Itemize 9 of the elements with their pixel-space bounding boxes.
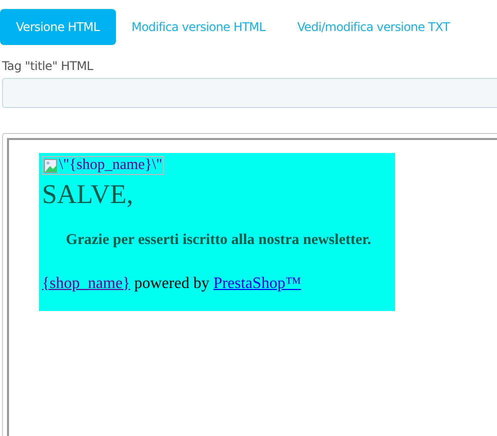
greeting-heading: SALVE, (42, 178, 134, 210)
field-label: Tag "title" HTML (2, 59, 94, 73)
footer-text: powered by (134, 274, 210, 292)
title-input-field[interactable] (2, 78, 497, 108)
broken-image-link[interactable]: \"{shop_name}\" (42, 156, 164, 175)
broken-image-icon (44, 158, 58, 174)
shop-name-link[interactable]: {shop_name} (42, 274, 130, 292)
prestashop-link[interactable]: PrestaShop™ (213, 274, 302, 292)
message-text: Grazie per esserti iscritto alla nostra newsletter. (64, 232, 372, 248)
